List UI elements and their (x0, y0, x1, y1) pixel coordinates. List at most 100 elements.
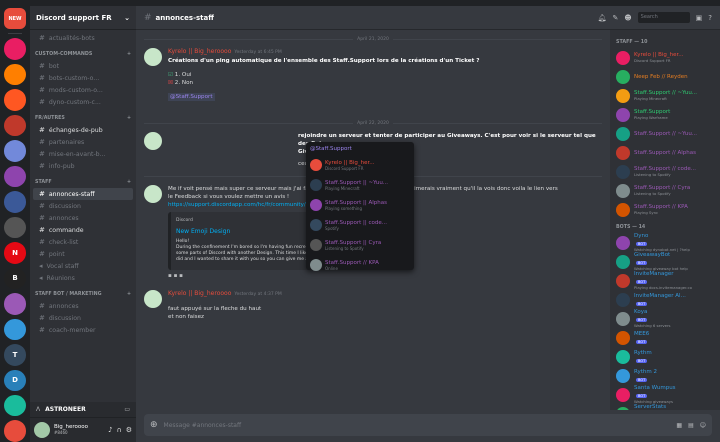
channel-item[interactable]: # info-pub (33, 160, 133, 172)
emoji-icon[interactable]: ☺ (700, 422, 706, 429)
voice-channel-item[interactable]: ◂ Vocal staff (33, 260, 133, 272)
screen-icon[interactable]: ▭ (124, 406, 130, 413)
add-channel-icon[interactable]: + (127, 116, 131, 121)
popup-member[interactable]: Staff.Support || Cyra Listening to Spotif… (310, 235, 410, 255)
member-item[interactable]: GiveawayBot BOT Watching giveaway bot help (614, 252, 716, 271)
server-icon[interactable] (4, 216, 26, 239)
member-item[interactable]: Neep Feb // Reyden (614, 67, 716, 86)
avatar[interactable] (34, 422, 50, 438)
message-author[interactable]: Kyrelo || Big_heroooo (168, 290, 231, 297)
message-composer[interactable]: ⊕ Message #annonces-staff ▦ ▤ ☺ (144, 414, 712, 436)
message-author[interactable]: Kyrelo || Big_heroooo (168, 48, 231, 55)
popup-member[interactable]: Kyrelo || Big_her... Discord Support FR (310, 155, 410, 175)
popup-member[interactable]: Staff.Support || ~Yuu... Playing Minecraf… (310, 175, 410, 195)
server-icon[interactable]: B (4, 267, 26, 290)
channel-item[interactable]: # bots-custom-o... (33, 72, 133, 84)
pin-icon[interactable]: ✎ (612, 14, 618, 22)
server-icon[interactable] (4, 395, 26, 417)
member-item[interactable]: Santa Wumpus BOT Watching giveaways (614, 385, 716, 404)
members-icon[interactable]: ☻ (624, 14, 631, 22)
channel-item[interactable]: # bot (33, 60, 133, 72)
server-icon[interactable] (4, 114, 26, 137)
server-header[interactable]: Discord support FR ⌄ (30, 6, 136, 30)
member-item[interactable]: InviteManager Al... BOT (614, 290, 716, 309)
server-icon[interactable]: N (4, 242, 26, 264)
avatar[interactable] (144, 185, 162, 203)
server-icon[interactable] (4, 140, 26, 162)
member-item[interactable]: Staff.Support // Alphas (614, 143, 716, 162)
member-item[interactable]: Dyno BOT Watching dynobot.net | ?help (614, 233, 716, 252)
popup-member[interactable]: Staff.Support || code... Spotify (310, 215, 410, 235)
home-button[interactable]: NEW (4, 8, 26, 30)
server-icon[interactable] (4, 63, 26, 86)
channel-item[interactable]: # échanges-de-pub (33, 124, 133, 136)
popup-member[interactable]: Staff.Support || Alphas Playing something (310, 195, 410, 215)
gif-icon[interactable]: ▤ (688, 422, 694, 429)
headphones-icon[interactable]: ∩ (117, 426, 122, 434)
channel-item[interactable]: # annonces (33, 212, 133, 224)
server-icon[interactable]: T (4, 344, 26, 366)
member-item[interactable]: Staff.Support // ~Yuu... (614, 124, 716, 143)
role-mention[interactable]: @Staff.Support (168, 93, 215, 101)
channel-item[interactable]: # commande (33, 224, 133, 236)
member-item[interactable]: Koya BOT Watching 6 servers (614, 309, 716, 328)
channel-item[interactable]: # mods-custom-o... (33, 84, 133, 96)
server-icon[interactable] (4, 293, 26, 315)
channel-item[interactable]: # point (33, 248, 133, 260)
server-icon[interactable]: D (4, 369, 26, 391)
avatar[interactable] (144, 48, 162, 66)
gift-icon[interactable]: ▦ (676, 422, 682, 429)
channel-item[interactable]: # actualités-bots (33, 32, 133, 44)
category-header[interactable]: STAFF BOT / MARKETING + (35, 292, 131, 297)
member-item[interactable]: InviteManager BOT Playing docs.invitemanag… (614, 271, 716, 290)
category-header[interactable]: FR/AUTRES + (35, 116, 131, 121)
avatar[interactable] (144, 290, 162, 308)
search-input[interactable]: Search (637, 12, 690, 23)
server-icon[interactable] (4, 89, 26, 111)
channel-item[interactable]: # dyno-custom-c... (33, 96, 133, 108)
channel-item[interactable]: # coach-member (33, 324, 133, 336)
member-item[interactable]: Staff.Support // ~Yuu... Playing Minecraf… (614, 86, 716, 105)
add-channel-icon[interactable]: + (127, 292, 131, 297)
member-item[interactable]: Staff.Support // Cyra Listening to Spotif… (614, 181, 716, 200)
avatar[interactable] (144, 132, 162, 150)
channel-item[interactable]: # discussion (33, 312, 133, 324)
add-channel-icon[interactable]: + (127, 180, 131, 185)
poll-option: ☑ 1. Oui (168, 72, 192, 78)
server-icon[interactable] (4, 191, 26, 213)
inbox-icon[interactable]: ▣ (696, 14, 703, 22)
add-channel-icon[interactable]: + (127, 52, 131, 57)
server-icon[interactable] (4, 420, 26, 442)
member-item[interactable]: Rythm BOT (614, 347, 716, 366)
member-item[interactable]: Staff.Support // KPA Playing Sync (614, 200, 716, 219)
server-icon[interactable] (4, 165, 26, 188)
channel-item-active[interactable]: # annonces-staff (33, 188, 133, 200)
server-icon[interactable] (4, 318, 26, 341)
member-item[interactable]: MEE6 BOT (614, 328, 716, 347)
channel-item[interactable]: # discussion (33, 200, 133, 212)
member-item[interactable]: Rythm 2 BOT (614, 366, 716, 385)
server-icon[interactable] (4, 38, 26, 60)
category-header[interactable]: STAFF + (35, 180, 131, 185)
member-item[interactable]: Staff.Support Playing Warframe (614, 105, 716, 124)
avatar (310, 239, 322, 251)
add-attachment-icon[interactable]: ⊕ (150, 420, 158, 430)
category-header[interactable]: CUSTOM-COMMANDS + (35, 52, 131, 57)
member-item[interactable]: ServerStatsBOTWatching servers (614, 404, 716, 410)
channel-item[interactable]: # partenaires (33, 136, 133, 148)
microphone-icon[interactable]: ♪ (108, 426, 112, 434)
message[interactable]: Kyrelo || Big_heroooo Yesterday at 4:37 P… (144, 290, 602, 321)
channel-item[interactable]: # check-list (33, 236, 133, 248)
popup-member[interactable]: Staff.Support // KPA Online (310, 255, 410, 275)
bell-icon[interactable]: 🔔︎ (598, 14, 607, 22)
channel-item[interactable]: # annonces (33, 300, 133, 312)
gear-icon[interactable]: ⚙ (126, 426, 132, 434)
member-item[interactable]: Staff.Support // code... Listening to Spo… (614, 162, 716, 181)
help-icon[interactable]: ? (708, 14, 712, 22)
chevron-down-icon[interactable]: ⌄ (124, 14, 130, 22)
member-item[interactable]: Kyrelo || Big_her... Discord Support FR (614, 48, 716, 67)
message[interactable]: Kyrelo || Big_heroooo Yesterday at 6:45 P… (144, 48, 602, 101)
channel-item[interactable]: # mise-en-avant-b... (33, 148, 133, 160)
message-input[interactable]: Message #annonces-staff (164, 422, 671, 429)
voice-channel-item[interactable]: ◂ Réunions (33, 272, 133, 284)
